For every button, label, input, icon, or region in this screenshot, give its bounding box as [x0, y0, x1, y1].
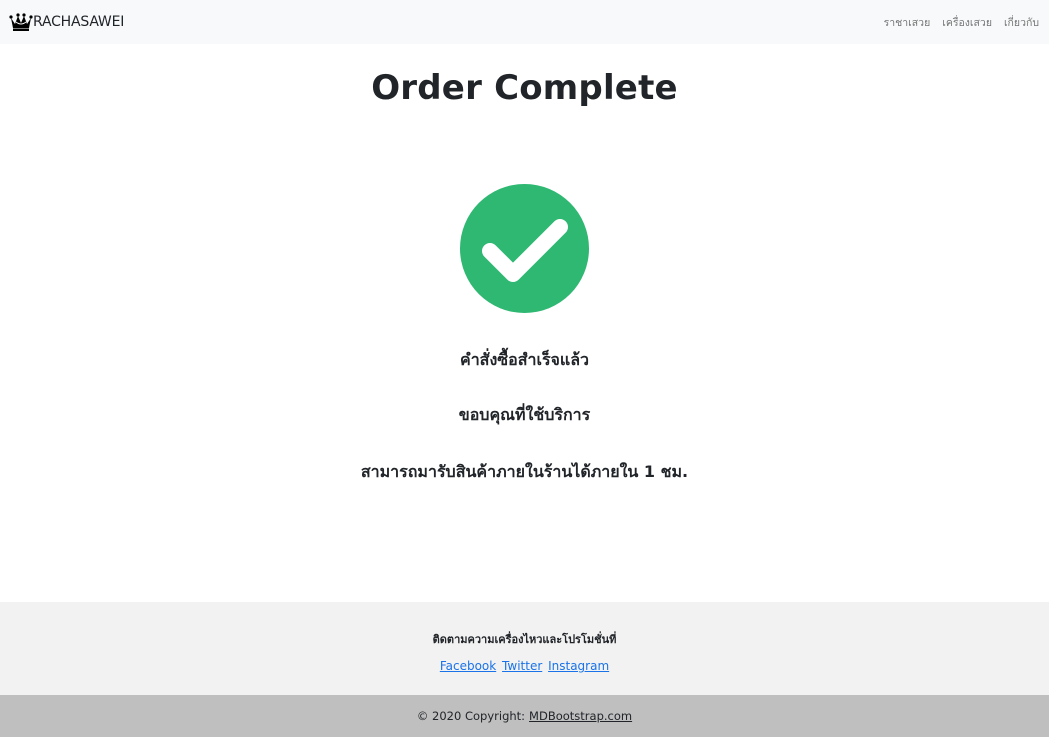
twitter-link[interactable]: Twitter	[502, 659, 542, 673]
page-title: Order Complete	[371, 68, 678, 108]
order-success-message: คำสั่งซื้อสำเร็จแล้ว	[459, 350, 590, 369]
nav-link-about[interactable]: เกี่ยวกับ	[1004, 14, 1039, 31]
crown-icon	[9, 12, 33, 32]
brand-name: RACHASAWEI	[33, 14, 125, 30]
pickup-info-message: สามารถมารับสินค้าภายในร้านได้ภายใน 1 ชม.	[360, 462, 689, 481]
brand-link[interactable]: RACHASAWEI	[9, 12, 124, 32]
copyright-link[interactable]: MDBootstrap.com	[529, 709, 632, 723]
footer-heading: ติดตามความเครื่องไหวและโปรโมชั่นที่	[432, 633, 617, 646]
copyright-bar: © 2020 Copyright: MDBootstrap.com	[0, 695, 1049, 737]
nav-link-menu[interactable]: เครื่องเสวย	[942, 14, 992, 31]
social-links: Facebook Twitter Instagram	[0, 659, 1049, 673]
instagram-link[interactable]: Instagram	[548, 659, 609, 673]
thank-you-message: ขอบคุณที่ใช้บริการ	[458, 405, 591, 424]
footer: ติดตามความเครื่องไหวและโปรโมชั่นที่ Face…	[0, 602, 1049, 695]
facebook-link[interactable]: Facebook	[440, 659, 496, 673]
copyright-text: © 2020 Copyright:	[416, 709, 526, 723]
nav-links: ราชาเสวย เครื่องเสวย เกี่ยวกับ	[884, 14, 1039, 31]
nav-link-home[interactable]: ราชาเสวย	[884, 14, 931, 31]
navbar: RACHASAWEI ราชาเสวย เครื่องเสวย เกี่ยวกั…	[0, 0, 1049, 44]
success-check-icon	[460, 184, 589, 313]
